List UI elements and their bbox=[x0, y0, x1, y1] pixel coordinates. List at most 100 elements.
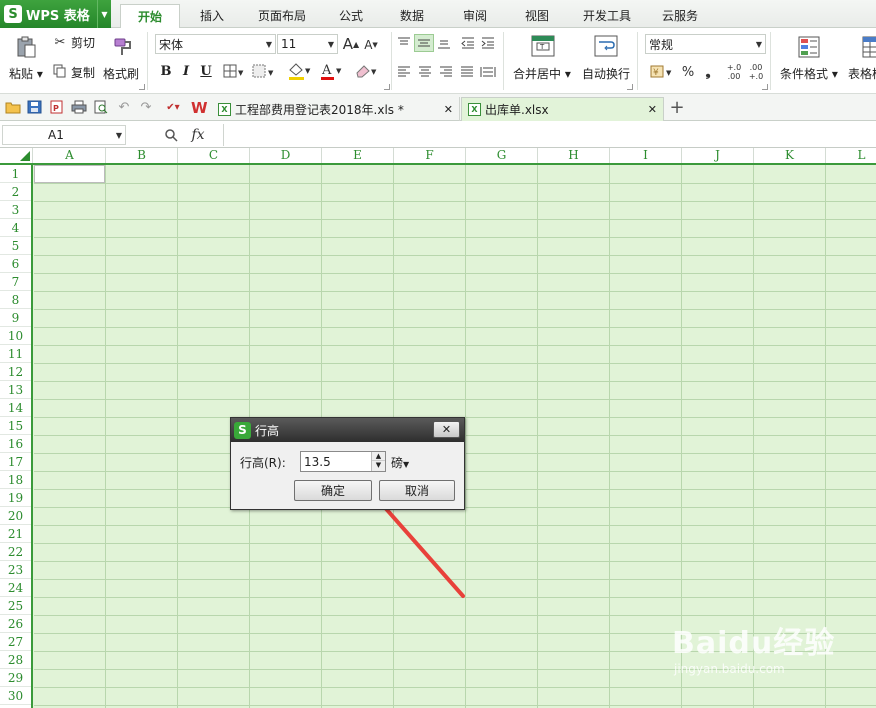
justify-icon[interactable] bbox=[459, 65, 475, 79]
column-header[interactable]: G bbox=[466, 148, 538, 163]
spin-down-icon[interactable]: ▼ bbox=[372, 461, 385, 470]
align-left-icon[interactable] bbox=[396, 65, 412, 79]
row-header[interactable]: 14 bbox=[0, 399, 31, 417]
align-middle-icon[interactable] bbox=[414, 34, 434, 52]
row-header[interactable]: 3 bbox=[0, 201, 31, 219]
row-header[interactable]: 20 bbox=[0, 507, 31, 525]
clipboard-launcher-icon[interactable] bbox=[139, 84, 145, 90]
column-header[interactable]: J bbox=[682, 148, 754, 163]
formula-input[interactable] bbox=[223, 124, 876, 146]
row-header[interactable]: 24 bbox=[0, 579, 31, 597]
decrease-decimal-icon[interactable]: .00 +.0 bbox=[746, 61, 766, 83]
alignment-launcher-icon[interactable] bbox=[627, 84, 633, 90]
decrease-indent-icon[interactable] bbox=[460, 36, 476, 50]
align-right-icon[interactable] bbox=[438, 65, 454, 79]
column-header[interactable]: C bbox=[178, 148, 250, 163]
number-launcher-icon[interactable] bbox=[762, 84, 768, 90]
number-format-select[interactable]: 常规 ▼ bbox=[645, 34, 766, 54]
insert-function-button[interactable]: fx bbox=[187, 125, 209, 145]
row-header[interactable]: 4 bbox=[0, 219, 31, 237]
copy-icon[interactable] bbox=[52, 63, 68, 79]
save-icon[interactable] bbox=[26, 99, 44, 115]
merge-center-button[interactable]: 合并居中 ▾ bbox=[513, 65, 571, 82]
conditional-format-button[interactable]: 条件格式 ▾ bbox=[780, 65, 838, 82]
copy-button[interactable]: 复制 bbox=[71, 64, 95, 81]
active-cell-a1[interactable] bbox=[34, 165, 105, 183]
borders-icon[interactable]: ▼ bbox=[222, 63, 246, 79]
column-header[interactable]: A bbox=[34, 148, 106, 163]
row-header[interactable]: 10 bbox=[0, 327, 31, 345]
row-height-spinner[interactable]: ▲ ▼ bbox=[371, 452, 385, 471]
table-style-icon[interactable] bbox=[860, 34, 876, 60]
format-painter-button[interactable]: 格式刷 bbox=[103, 65, 139, 82]
row-header[interactable]: 28 bbox=[0, 651, 31, 669]
font-color-icon[interactable]: A ▼ bbox=[318, 61, 344, 81]
column-header[interactable]: I bbox=[610, 148, 682, 163]
document-tab[interactable]: X 工程部费用登记表2018年.xls * ✕ bbox=[212, 97, 460, 121]
row-header[interactable]: 17 bbox=[0, 453, 31, 471]
column-header[interactable]: B bbox=[106, 148, 178, 163]
row-header[interactable]: 12 bbox=[0, 363, 31, 381]
redo-icon[interactable]: ↷ bbox=[137, 99, 155, 115]
row-header[interactable]: 7 bbox=[0, 273, 31, 291]
row-header[interactable]: 11 bbox=[0, 345, 31, 363]
column-header[interactable]: K bbox=[754, 148, 826, 163]
close-tab-icon[interactable]: ✕ bbox=[444, 103, 453, 116]
row-header[interactable]: 1 bbox=[0, 165, 31, 183]
distributed-align-icon[interactable] bbox=[479, 65, 497, 79]
format-painter-icon[interactable] bbox=[110, 34, 136, 60]
row-header[interactable]: 16 bbox=[0, 435, 31, 453]
row-header[interactable]: 6 bbox=[0, 255, 31, 273]
scissors-icon[interactable]: ✂ bbox=[52, 34, 68, 50]
paste-button[interactable]: 粘贴 ▾ bbox=[9, 65, 43, 82]
row-header[interactable]: 9 bbox=[0, 309, 31, 327]
tab-page-layout[interactable]: 页面布局 bbox=[245, 4, 319, 28]
tab-view[interactable]: 视图 bbox=[511, 4, 563, 28]
tab-review[interactable]: 审阅 bbox=[449, 4, 501, 28]
open-folder-icon[interactable] bbox=[4, 99, 22, 115]
close-tab-icon[interactable]: ✕ bbox=[648, 103, 657, 116]
tab-developer[interactable]: 开发工具 bbox=[572, 4, 642, 28]
spin-up-icon[interactable]: ▲ bbox=[372, 452, 385, 461]
merge-center-icon[interactable]: T bbox=[530, 34, 556, 58]
shrink-font-icon[interactable]: A ▼ bbox=[363, 36, 379, 54]
increase-indent-icon[interactable] bbox=[480, 36, 496, 50]
row-header[interactable]: 29 bbox=[0, 669, 31, 687]
customize-toolbar-icon[interactable]: ✔▾ bbox=[165, 99, 181, 115]
ok-button[interactable]: 确定 bbox=[294, 480, 372, 501]
name-box[interactable]: A1 ▼ bbox=[2, 125, 126, 145]
tab-home[interactable]: 开始 bbox=[120, 4, 180, 29]
font-size-select[interactable]: 11 ▼ bbox=[277, 34, 338, 54]
tab-cloud-services[interactable]: 云服务 bbox=[650, 4, 710, 28]
align-top-icon[interactable] bbox=[396, 36, 412, 50]
paste-icon[interactable] bbox=[12, 34, 40, 60]
wps-home-icon[interactable]: W bbox=[190, 98, 210, 116]
row-header[interactable]: 21 bbox=[0, 525, 31, 543]
column-header[interactable]: D bbox=[250, 148, 322, 163]
row-header[interactable]: 30 bbox=[0, 687, 31, 705]
new-tab-button[interactable]: + bbox=[668, 97, 686, 118]
row-header[interactable]: 8 bbox=[0, 291, 31, 309]
undo-icon[interactable]: ↶ bbox=[115, 99, 133, 115]
comma-button[interactable]: ❟ bbox=[700, 63, 716, 81]
clear-format-icon[interactable]: ▼ bbox=[354, 62, 380, 80]
grow-font-icon[interactable]: A ▲ bbox=[342, 34, 360, 54]
print-preview-icon[interactable] bbox=[92, 99, 110, 115]
row-header[interactable]: 22 bbox=[0, 543, 31, 561]
document-tab-active[interactable]: X 出库单.xlsx ✕ bbox=[461, 97, 664, 121]
currency-icon[interactable]: ¥ ▼ bbox=[648, 63, 676, 81]
wrap-text-icon[interactable] bbox=[593, 34, 619, 58]
percent-button[interactable]: % bbox=[680, 63, 696, 81]
underline-button[interactable]: U bbox=[198, 63, 214, 79]
dialog-close-button[interactable]: ✕ bbox=[433, 421, 460, 438]
align-center-icon[interactable] bbox=[417, 65, 433, 79]
conditional-format-icon[interactable] bbox=[796, 34, 822, 60]
row-header[interactable]: 18 bbox=[0, 471, 31, 489]
row-header[interactable]: 19 bbox=[0, 489, 31, 507]
increase-decimal-icon[interactable]: +.0 .00 bbox=[724, 61, 744, 83]
chevron-down-icon[interactable]: ▼ bbox=[97, 0, 111, 28]
table-style-button[interactable]: 表格样 bbox=[848, 65, 876, 82]
cut-button[interactable]: 剪切 bbox=[71, 34, 95, 51]
column-header[interactable]: F bbox=[394, 148, 466, 163]
wps-menu-button[interactable]: S WPS 表格 ▼ bbox=[0, 0, 111, 28]
